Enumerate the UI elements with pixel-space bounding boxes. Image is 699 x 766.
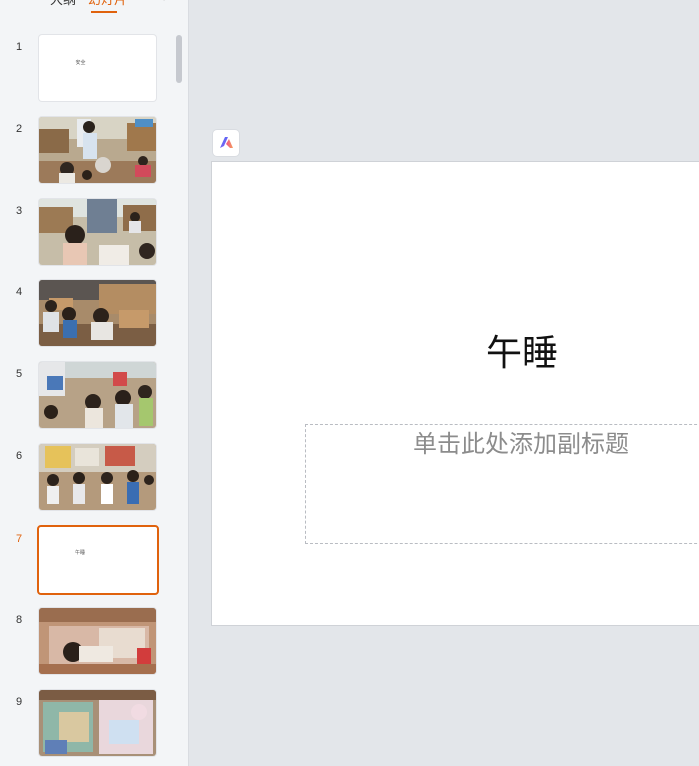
classroom-photo <box>39 199 156 265</box>
slide-number: 2 <box>15 123 23 135</box>
thumbnail-title: 午睡 <box>74 550 85 556</box>
slide-thumbnail-item[interactable]: 6 <box>0 444 170 514</box>
slide-canvas[interactable]: 午睡 单击此处添加副标题 <box>212 162 699 625</box>
slide-thumbnail-item[interactable]: 5 <box>0 362 170 432</box>
classroom-photo <box>39 117 156 183</box>
thumbnail-title: 安全 <box>75 60 86 66</box>
slide-editor-area: 午睡 单击此处添加副标题 <box>189 0 699 766</box>
slide-thumbnail-item[interactable]: 4 <box>0 280 170 350</box>
nap-photo <box>39 608 156 674</box>
active-tab-indicator <box>91 11 117 13</box>
nap-photo <box>39 690 156 756</box>
slide-number: 8 <box>15 614 23 626</box>
slide-thumbnail-item[interactable]: 8 <box>0 608 170 678</box>
slide-thumbnail[interactable] <box>39 117 156 183</box>
panel-scrollbar[interactable] <box>176 35 182 83</box>
slide-thumbnail-item[interactable]: 9 <box>0 690 170 760</box>
slide-number: 5 <box>15 368 23 380</box>
presentation-editor: 大纲 幻灯片 1 安全 2 3 4 5 6 7 午睡 8 9 午睡 单击此处添加… <box>0 0 699 766</box>
slide-thumbnail-item[interactable]: 1 安全 <box>0 35 170 105</box>
slide-number: 7 <box>15 533 23 545</box>
ai-assistant-icon[interactable] <box>213 130 239 156</box>
slide-thumbnail-item[interactable]: 2 <box>0 117 170 187</box>
slide-thumbnail-item[interactable]: 7 午睡 <box>0 525 170 597</box>
classroom-photo <box>39 444 156 510</box>
slide-number: 4 <box>15 286 23 298</box>
slide-thumbnail[interactable] <box>39 362 156 428</box>
slide-number: 1 <box>15 41 23 53</box>
slide-number: 3 <box>15 205 23 217</box>
slide-thumbnail[interactable]: 安全 <box>39 35 156 101</box>
tab-outline[interactable]: 大纲 <box>50 0 76 10</box>
subtitle-placeholder-box[interactable]: 单击此处添加副标题 <box>305 424 699 544</box>
slide-panel: 大纲 幻灯片 1 安全 2 3 4 5 6 7 午睡 8 9 <box>0 0 189 766</box>
subtitle-placeholder-text: 单击此处添加副标题 <box>413 430 629 458</box>
chevron-left-icon[interactable] <box>156 0 170 4</box>
slide-thumbnail[interactable] <box>39 608 156 674</box>
slide-thumbnail-item[interactable]: 3 <box>0 199 170 269</box>
slide-thumbnail-selected[interactable]: 午睡 <box>37 525 159 595</box>
slide-thumbnail[interactable] <box>39 444 156 510</box>
tab-slides[interactable]: 幻灯片 <box>88 0 127 10</box>
classroom-photo <box>39 362 156 428</box>
slide-number: 6 <box>15 450 23 462</box>
slide-number: 9 <box>15 696 23 708</box>
slide-title[interactable]: 午睡 <box>212 332 699 376</box>
slide-thumbnail[interactable] <box>39 690 156 756</box>
slide-thumbnail[interactable] <box>39 280 156 346</box>
slide-thumbnail[interactable] <box>39 199 156 265</box>
panel-tabs: 大纲 幻灯片 <box>0 0 188 14</box>
classroom-photo <box>39 280 156 346</box>
